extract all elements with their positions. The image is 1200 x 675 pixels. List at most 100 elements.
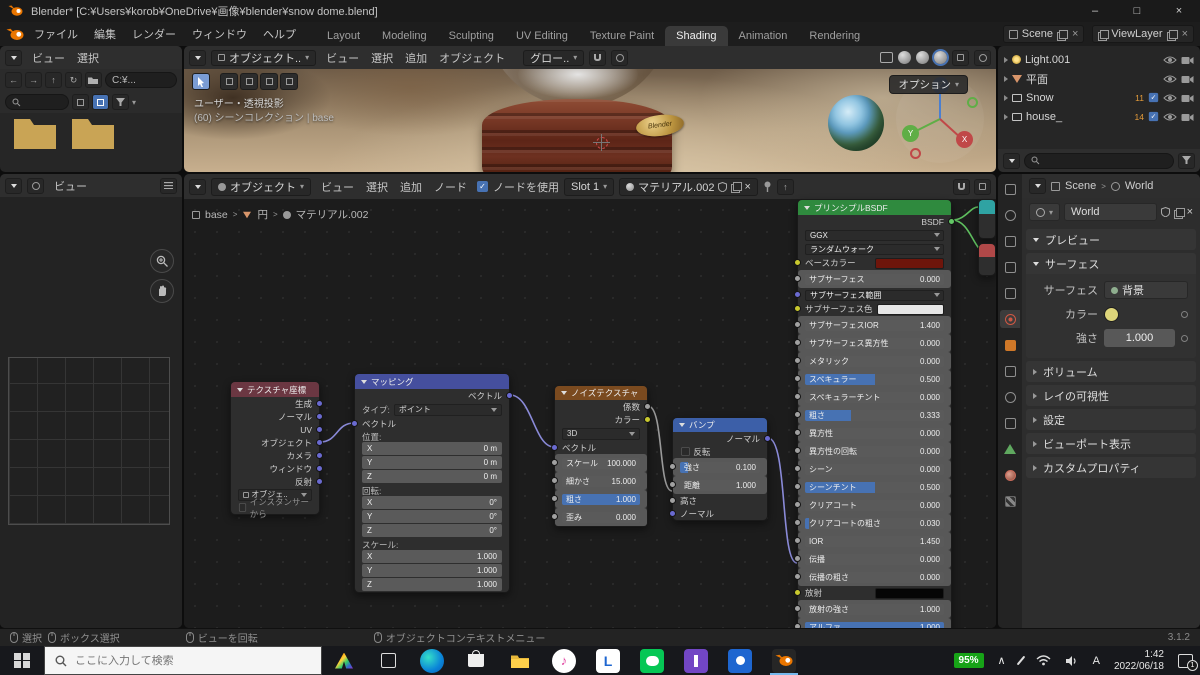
surface-shader-button[interactable]: 背景 [1104,281,1188,299]
bump-node[interactable]: バンプ ノーマル 反転 強さ 0.100 距離 1.000 高さ ノーマル [669,417,771,521]
menu-item[interactable]: 追加 [400,48,432,68]
mapping-node[interactable]: マッピング ベクトル タイプ: ポイント ベクトル 位置: X0 m Y0 m … [351,373,513,593]
node-output[interactable]: 生成 [231,397,323,410]
menu-item[interactable]: ヘルプ [255,23,304,45]
paint-app-icon[interactable] [322,646,366,675]
editor-type-icon[interactable] [1029,178,1046,194]
folder-icon[interactable] [70,113,116,151]
principled-row[interactable]: サブサーフェスIOR サブサーフェスIOR1.400 [794,316,951,334]
node-output[interactable]: 反射 [231,475,323,488]
panel-preview[interactable]: プレビュー [1026,229,1196,250]
fake-user-shield-icon[interactable] [718,181,728,192]
input-socket[interactable] [669,481,676,488]
scale-z[interactable]: Z 1.000 [362,578,502,591]
gizmos-icon[interactable] [974,49,991,66]
shading-material-icon[interactable] [916,51,929,64]
image-editor-canvas[interactable] [0,197,182,628]
input-socket[interactable] [794,623,801,628]
object-name[interactable]: house_ [1026,111,1062,123]
blender-logo-icon[interactable] [6,28,24,41]
principled-row[interactable]: 放射の強さ 放射の強さ1.000 [794,600,951,618]
edge-icon[interactable] [410,646,454,675]
output-socket[interactable] [316,438,323,446]
new-viewlayer-icon[interactable] [1166,29,1178,41]
output-socket[interactable] [948,217,955,225]
back-button[interactable]: ← [5,72,22,88]
noise-texture-node[interactable]: ノイズテクスチャ 係数 カラー 3D ベクトル スケール 100.000 細かさ… [551,385,651,527]
input-socket[interactable] [794,291,801,298]
principled-row[interactable]: 異方性 異方性0.000 [794,424,951,442]
vector-input[interactable]: ベクトル [551,441,647,454]
input-socket[interactable] [794,375,801,382]
texture-coordinate-node[interactable]: テクスチャ座標 生成 ノーマル UV オブジェクト カメラ ウィンドウ 反射 オブジェ.. … [230,381,323,519]
start-button[interactable] [0,646,44,675]
rotation-x[interactable]: X 0° [362,496,502,509]
input-socket[interactable] [794,555,801,562]
parent-node-tree-icon[interactable]: ↑ [776,178,794,195]
refresh-button[interactable]: ↻ [65,72,82,88]
properties-tab[interactable] [1000,258,1020,276]
input-socket[interactable] [794,357,801,364]
input-socket[interactable] [669,496,676,504]
output-socket[interactable] [644,415,651,423]
material-selector[interactable]: マテリアル.002 × [619,177,758,196]
node-output[interactable]: ノーマル [673,432,771,445]
normal-input[interactable]: ノーマル [669,507,767,520]
menu-item[interactable]: ビュー [316,177,359,197]
slot-dropdown[interactable]: Slot 1 ▾ [564,177,615,196]
node-slider[interactable]: スケール 100.000 [551,454,647,472]
location-z[interactable]: Z0 m [362,470,502,483]
camera-render-icon[interactable] [1181,93,1194,103]
properties-tab[interactable] [1000,310,1020,328]
principled-row[interactable]: IOR IOR1.450 [794,532,951,550]
node-output[interactable]: ノーマル [231,410,323,423]
workspace-tab[interactable]: Shading [665,26,728,46]
notification-center-icon[interactable]: 1 [1171,646,1200,675]
output-socket[interactable] [316,425,323,433]
gizmo-x-axis[interactable]: X [956,131,973,148]
eye-visibility-icon[interactable] [1163,74,1177,84]
outliner-row[interactable]: 平面 ✓ [1000,69,1198,88]
partial-node[interactable] [978,199,996,239]
strength-slider[interactable]: 1.000 [1104,329,1175,347]
select-mode-subtract-icon[interactable] [260,73,278,90]
display-thumbnails-icon[interactable] [92,94,109,110]
shader-type-dropdown[interactable]: オブジェクト ▾ [211,177,312,196]
workspace-tab[interactable]: Sculpting [438,26,505,46]
menu-item[interactable]: ファイル [26,23,86,45]
outliner-row[interactable]: Light.001 ✓ [1000,50,1198,69]
photos-icon[interactable] [718,646,762,675]
gizmo-y-neg[interactable] [967,97,978,108]
workspace-tab[interactable]: Animation [728,26,799,46]
menu-item[interactable]: オブジェクト [434,48,510,68]
principled-row[interactable]: アルファ アルファ1.000 [794,618,951,628]
object-name[interactable]: 平面 [1026,71,1048,87]
parent-dir-button[interactable]: ↑ [45,72,62,88]
properties-tab[interactable] [1000,336,1020,354]
location-x[interactable]: X0 m [362,442,502,455]
principled-row[interactable]: 粗さ 粗さ0.333 [794,406,951,424]
viewlayer-selector[interactable]: ViewLayer × [1092,25,1194,43]
tray-expand-caret[interactable]: ∧ [991,646,1013,675]
input-socket[interactable] [794,393,801,400]
outliner-row[interactable]: Snow 11 ✓ [1000,88,1198,107]
menu-item[interactable]: ビュー [27,48,70,68]
animate-dot-icon[interactable] [1181,334,1188,342]
camera-render-icon[interactable] [1181,74,1194,84]
color-swatch[interactable] [874,257,944,269]
properties-tab[interactable] [1000,414,1020,432]
zoom-gizmo-button[interactable] [150,249,174,273]
node-output[interactable]: 係数 [555,400,651,413]
principled-row[interactable]: メタリック メタリック0.000 [794,352,951,370]
search-input[interactable] [75,654,285,667]
scale-x[interactable]: X 1.000 [362,550,502,563]
use-nodes-checkbox[interactable]: ✓ [477,181,489,192]
menu-item[interactable]: レンダー [124,23,184,45]
principled-row[interactable]: サブサーフェス範囲 サブサーフェス範囲 [794,288,951,302]
input-socket[interactable] [794,305,801,312]
eye-visibility-icon[interactable] [1163,55,1177,65]
unlink-material-icon[interactable]: × [744,181,750,193]
output-socket[interactable] [764,434,771,442]
input-socket[interactable] [794,447,801,454]
principled-row[interactable]: 伝播の粗さ 伝播の粗さ0.000 [794,568,951,586]
